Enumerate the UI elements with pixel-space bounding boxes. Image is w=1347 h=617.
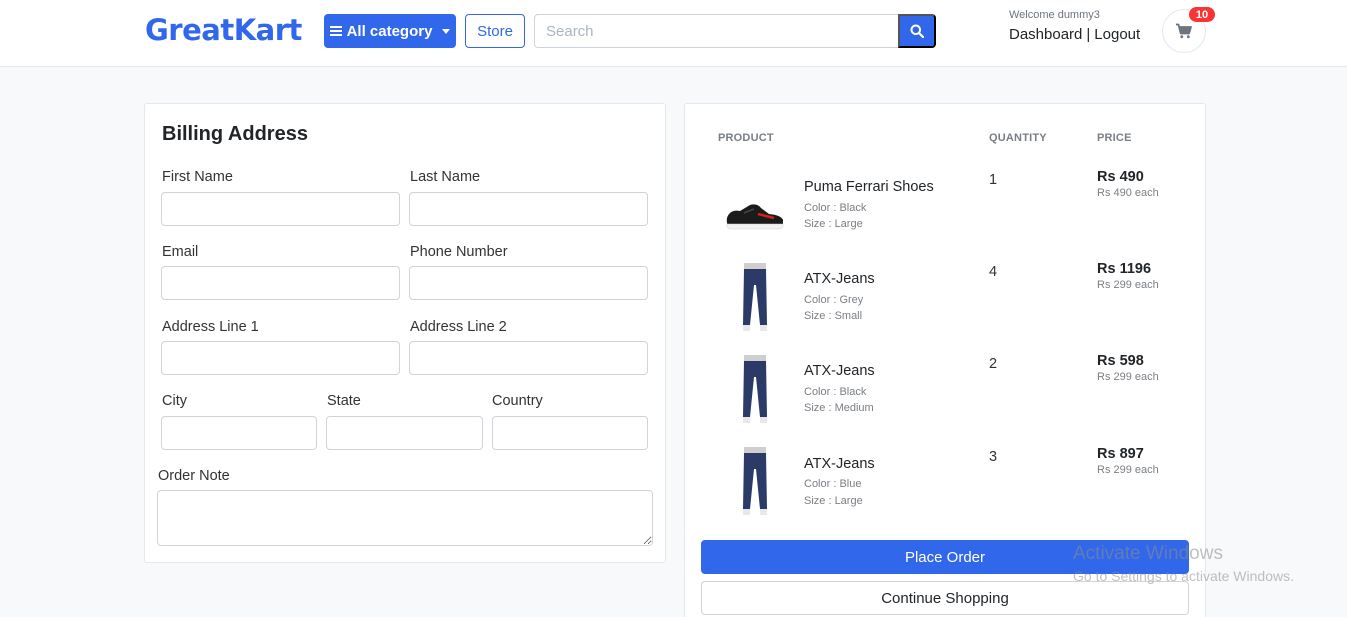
item-unit-price: Rs 299 each: [1097, 279, 1159, 291]
top-header: GreatKart All category Store Welcome dum…: [0, 0, 1347, 67]
phone-label: Phone Number: [410, 244, 508, 260]
billing-title: Billing Address: [162, 123, 308, 145]
cart-count-badge: 10: [1189, 7, 1215, 22]
shopping-cart-icon: [1176, 23, 1192, 39]
user-links: Dashboard | Logout: [1009, 26, 1140, 43]
dashboard-link[interactable]: Dashboard: [1009, 26, 1082, 43]
phone-field[interactable]: [409, 266, 648, 300]
product-color: Color : Blue: [804, 478, 862, 490]
product-size: Size : Small: [804, 310, 863, 322]
order-note-field[interactable]: [157, 490, 653, 546]
menu-bars-icon: [329, 26, 342, 36]
product-name[interactable]: Puma Ferrari Shoes: [804, 179, 934, 195]
order-item: ATX-Jeans Color : Grey Size : Small 4 Rs…: [685, 261, 1205, 363]
billing-address-card: Billing Address First Name Last Name Ema…: [144, 103, 666, 563]
first-name-label: First Name: [162, 169, 233, 185]
welcome-text: Welcome dummy3: [1009, 9, 1100, 21]
item-total-price: Rs 490: [1097, 169, 1144, 185]
last-name-label: Last Name: [410, 169, 481, 185]
brand-logo[interactable]: GreatKart: [145, 13, 302, 47]
item-total-price: Rs 598: [1097, 353, 1144, 369]
order-note-label: Order Note: [158, 468, 230, 484]
order-item: ATX-Jeans Color : Blue Size : Large 3 Rs…: [685, 446, 1205, 548]
order-summary-card: PRODUCT QUANTITY PRICE Puma Ferrari Shoe…: [684, 103, 1206, 617]
email-field[interactable]: [161, 266, 400, 300]
item-quantity: 2: [989, 356, 998, 372]
product-name[interactable]: ATX-Jeans: [804, 456, 875, 472]
last-name-field[interactable]: [409, 192, 648, 226]
country-label: Country: [492, 393, 543, 409]
city-label: City: [162, 393, 187, 409]
caret-down-icon: [442, 28, 451, 34]
product-image-jeans[interactable]: [723, 353, 787, 429]
order-item: Puma Ferrari Shoes Color : Black Size : …: [685, 169, 1205, 271]
item-unit-price: Rs 490 each: [1097, 187, 1159, 199]
link-separator: |: [1086, 26, 1091, 43]
product-color: Color : Grey: [804, 294, 864, 306]
continue-shopping-button[interactable]: Continue Shopping: [701, 581, 1189, 615]
search-button[interactable]: [898, 14, 936, 48]
product-color: Color : Black: [804, 386, 867, 398]
state-field[interactable]: [326, 416, 483, 450]
search-icon: [910, 24, 924, 38]
address-line-1-field[interactable]: [161, 341, 400, 375]
logout-link[interactable]: Logout: [1094, 26, 1140, 43]
item-quantity: 1: [989, 172, 998, 188]
activation-watermark-title: Activate Windows: [1073, 543, 1223, 564]
product-image-jeans[interactable]: [723, 261, 787, 337]
product-image-shoe[interactable]: [723, 179, 787, 255]
first-name-field[interactable]: [161, 192, 400, 226]
address-line-2-label: Address Line 2: [410, 319, 507, 335]
state-label: State: [327, 393, 361, 409]
item-quantity: 4: [989, 264, 998, 280]
item-total-price: Rs 897: [1097, 446, 1144, 462]
activation-watermark-subtitle: Go to Settings to activate Windows.: [1073, 568, 1294, 584]
country-field[interactable]: [492, 416, 648, 450]
all-category-label: All category: [346, 22, 433, 40]
search-input[interactable]: [534, 14, 900, 48]
email-label: Email: [162, 244, 199, 260]
product-image-jeans[interactable]: [723, 445, 787, 521]
product-column-header: PRODUCT: [718, 132, 774, 144]
quantity-column-header: QUANTITY: [989, 132, 1047, 144]
store-button[interactable]: Store: [465, 14, 525, 48]
price-column-header: PRICE: [1097, 132, 1132, 144]
product-size: Size : Medium: [804, 402, 874, 414]
product-color: Color : Black: [804, 202, 867, 214]
order-item: ATX-Jeans Color : Black Size : Medium 2 …: [685, 353, 1205, 455]
product-name[interactable]: ATX-Jeans: [804, 363, 875, 379]
all-category-dropdown[interactable]: All category: [324, 14, 456, 48]
item-unit-price: Rs 299 each: [1097, 464, 1159, 476]
address-line-1-label: Address Line 1: [162, 319, 259, 335]
product-size: Size : Large: [804, 218, 863, 230]
item-quantity: 3: [989, 449, 998, 465]
product-size: Size : Large: [804, 495, 863, 507]
item-unit-price: Rs 299 each: [1097, 371, 1159, 383]
address-line-2-field[interactable]: [409, 341, 648, 375]
item-total-price: Rs 1196: [1097, 261, 1152, 277]
product-name[interactable]: ATX-Jeans: [804, 271, 875, 287]
city-field[interactable]: [161, 416, 317, 450]
